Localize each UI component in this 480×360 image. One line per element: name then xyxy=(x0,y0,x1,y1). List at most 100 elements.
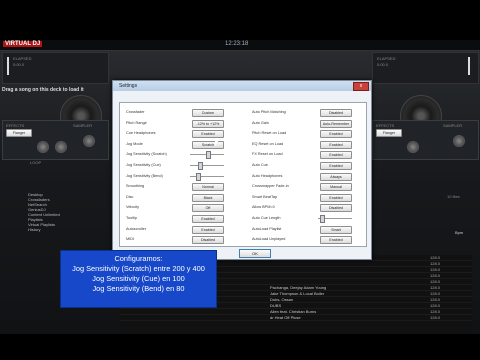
ok-button[interactable]: OK xyxy=(239,249,271,258)
option-label: Autoscroller xyxy=(126,226,147,231)
slider-thumb[interactable] xyxy=(196,172,202,181)
table-row[interactable]: dr Heat Off Pluse 128.0 xyxy=(120,315,472,321)
option-value-button[interactable]: Custom xyxy=(192,109,224,117)
deck-left-time-label: ELAPSED xyxy=(13,56,32,61)
song-bpm: 128.0 xyxy=(430,273,441,278)
option-value-button[interactable]: Enabled xyxy=(320,236,352,245)
caption-line-2: Jog Sensitivity (Scratch) entre 200 y 40… xyxy=(72,264,205,273)
clock: 12:23:18 xyxy=(225,41,249,47)
effect-knob-left[interactable] xyxy=(37,141,49,153)
deck-left[interactable]: ELAPSED 0:00.0 xyxy=(2,52,109,84)
sampler-label-left: SAMPLER xyxy=(73,123,93,128)
caption-line-1: Configuramos: xyxy=(114,254,163,263)
song-bpm: 128.0 xyxy=(430,303,441,308)
caption-overlay: Configuramos: Jog Sensitivity (Scratch) … xyxy=(60,250,217,308)
option-value-button[interactable]: Enabled xyxy=(192,130,224,139)
option-value-button[interactable]: Disabled xyxy=(320,109,352,117)
option-value-button[interactable]: Disabled xyxy=(320,204,352,213)
caption-line-3: Jog Sensitivity (Cue) en 100 xyxy=(92,274,185,283)
song-bpm: 128.0 xyxy=(430,285,441,290)
song-bpm: 128.0 xyxy=(430,261,441,266)
option-label: Auto Cue xyxy=(252,163,268,167)
song-bpm: 128.0 xyxy=(430,315,441,320)
option-label: Velocity xyxy=(126,205,140,210)
jog-sensitivity-slider[interactable] xyxy=(190,151,224,160)
slider-thumb[interactable] xyxy=(197,162,203,170)
drag-prompt: Drag a song on this deck to load it xyxy=(2,87,84,93)
option-label: EQ Reset on Load xyxy=(252,141,284,146)
settings-dialog: Settings x Sound SetupSkinsMappersVideoO… xyxy=(112,80,372,260)
option-value-button[interactable]: Enabled xyxy=(192,215,224,223)
deck-right-time-label: ELAPSED xyxy=(377,56,396,61)
option-label: Smart BeatTap xyxy=(252,194,278,199)
option-label: Jog Mode xyxy=(126,141,143,146)
dialog-titlebar[interactable]: Settings x xyxy=(113,81,371,91)
option-value-button[interactable]: Enabled xyxy=(320,151,352,160)
song-bpm: 128.0 xyxy=(430,255,441,260)
option-label: Disc xyxy=(126,194,134,199)
song-title: Pachanga, Deejay Adam Young xyxy=(270,285,327,290)
deck-right-waveform-marker xyxy=(468,57,470,75)
sidebar-item-history[interactable]: History xyxy=(28,227,118,232)
option-value-button[interactable]: -12% to +12% xyxy=(192,119,224,128)
caption-line-4: Jog Sensitivity (Bend) en 80 xyxy=(92,284,185,293)
jog-sensitivity-slider[interactable] xyxy=(190,172,224,181)
auto-cue-length-slider[interactable] xyxy=(318,215,352,223)
song-title: Allen feat. Christian Burns xyxy=(270,309,317,314)
slider-track xyxy=(190,165,224,166)
deck-left-waveform-marker xyxy=(7,57,9,75)
close-button[interactable]: x xyxy=(353,82,369,91)
option-value-button[interactable]: Enabled xyxy=(320,130,352,139)
effect-select-left[interactable]: Flanger xyxy=(6,129,32,137)
effect-knob-right[interactable] xyxy=(407,141,419,153)
browser-sidebar: Desktop Crossfaders NetSearch GeniusDJ C… xyxy=(28,192,118,252)
option-label: Cue Headphones xyxy=(126,131,156,136)
slider-thumb[interactable] xyxy=(320,215,325,223)
option-value-button[interactable]: Always xyxy=(320,172,352,181)
option-label: Tooltip xyxy=(126,216,137,220)
option-value-button[interactable]: Manual xyxy=(320,183,352,192)
option-value-button[interactable]: Smart xyxy=(320,225,352,234)
option-label: Smoothing xyxy=(126,184,145,189)
effects-label-right: EFFECTS xyxy=(376,123,395,128)
jog-sensitivity-slider[interactable] xyxy=(190,162,224,170)
option-label: Allow BPM=0 xyxy=(252,205,275,210)
option-label: Auto Pitch Matching xyxy=(252,110,286,114)
loop-label: LOOP xyxy=(30,160,42,165)
effect-knob-left-2[interactable] xyxy=(55,141,67,153)
option-value-button[interactable]: Disabled xyxy=(192,236,224,245)
song-bpm: 128.0 xyxy=(430,291,441,296)
option-value-button[interactable]: Enabled xyxy=(192,225,224,234)
browser-file-count: 10 files xyxy=(447,194,460,199)
song-title: DUBS xyxy=(270,303,282,308)
sampler-knob-left[interactable] xyxy=(83,135,95,147)
option-value-button[interactable]: Enabled xyxy=(320,193,352,202)
deck-right-time-value: 0:00.0 xyxy=(377,62,389,67)
option-value-button[interactable]: Enabled xyxy=(320,162,352,170)
mixer-right-panel: EFFECTS Flanger SAMPLER xyxy=(372,120,479,160)
option-label: Auto Gain xyxy=(252,120,269,125)
option-label: MIDI xyxy=(126,237,135,242)
dialog-tabs: Sound SetupSkinsMappersVideoOptionsNetwo… xyxy=(119,94,365,110)
song-bpm: 128.0 xyxy=(430,297,441,302)
option-value-button[interactable]: Scratch xyxy=(192,140,224,149)
option-value-button[interactable]: Black xyxy=(192,193,224,202)
option-label: Pitch Range xyxy=(126,120,147,125)
song-bpm: 128.0 xyxy=(430,267,441,272)
browser-col-bpm[interactable]: Bpm xyxy=(455,230,463,235)
option-label: Jog Sensitivity (Scratch) xyxy=(126,152,167,157)
option-label: Crossfader xyxy=(126,110,145,114)
song-bpm: 128.0 xyxy=(430,309,441,314)
mouse-cursor-icon xyxy=(215,140,219,146)
effect-select-right[interactable]: Flanger xyxy=(376,129,402,137)
option-label: Crossmapper Fade-in xyxy=(252,184,289,189)
option-label: Jog Sensitivity (Bend) xyxy=(126,173,163,178)
option-value-button[interactable]: Off xyxy=(192,204,224,213)
slider-thumb[interactable] xyxy=(205,151,211,160)
option-value-button[interactable]: Auto-Remember xyxy=(320,119,352,128)
option-value-button[interactable]: Normal xyxy=(192,183,224,192)
option-value-button[interactable]: Enabled xyxy=(320,140,352,149)
deck-right[interactable]: ELAPSED 0:00.0 xyxy=(372,52,479,84)
sampler-knob-right[interactable] xyxy=(453,135,465,147)
option-label: AutoLoad Unplayed xyxy=(252,237,286,242)
